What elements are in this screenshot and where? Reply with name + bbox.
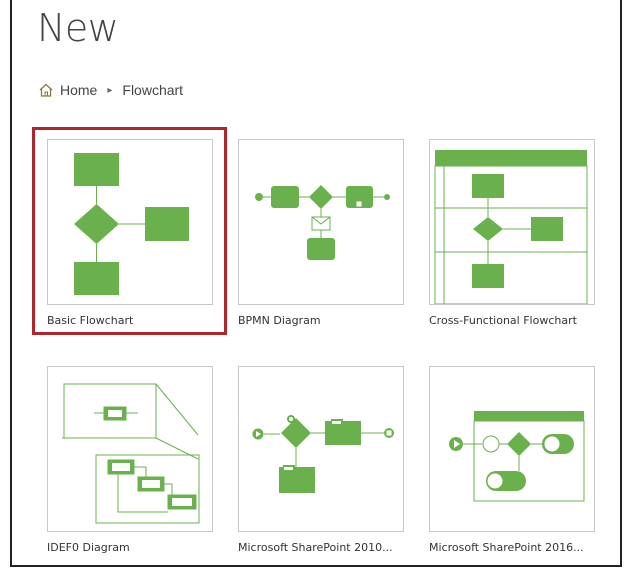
basic-flowchart-thumbnail [47,139,213,305]
template-tile-sharepoint-2016[interactable]: Microsoft SharePoint 2016... [429,366,595,554]
template-tile-cross-functional-flowchart[interactable]: Cross-Functional Flowchart [429,139,595,327]
template-tile-bpmn-diagram[interactable]: BPMN Diagram [238,139,404,327]
template-label: Cross-Functional Flowchart [429,314,577,327]
breadcrumb: Home ▸ Flowchart [38,80,183,100]
template-label: BPMN Diagram [238,314,321,327]
template-tile-basic-flowchart[interactable]: Basic Flowchart [47,139,213,327]
idef0-diagram-thumbnail [47,366,213,532]
template-label: Basic Flowchart [47,314,134,327]
template-label: Microsoft SharePoint 2010... [238,541,393,554]
breadcrumb-current: Flowchart [122,82,184,98]
breadcrumb-home-link[interactable]: Home [60,82,97,98]
home-icon[interactable] [38,82,54,98]
template-tile-idef0-diagram[interactable]: IDEF0 Diagram [47,366,213,554]
template-label: IDEF0 Diagram [47,541,130,554]
sharepoint-2010-thumbnail [238,366,404,532]
template-label: Microsoft SharePoint 2016... [429,541,584,554]
sharepoint-2016-thumbnail [429,366,595,532]
page-title: New [37,6,119,50]
cross-functional-flowchart-thumbnail [429,139,595,305]
bpmn-diagram-thumbnail [238,139,404,305]
breadcrumb-separator-icon: ▸ [107,84,113,96]
template-tile-sharepoint-2010[interactable]: Microsoft SharePoint 2010... [238,366,404,554]
